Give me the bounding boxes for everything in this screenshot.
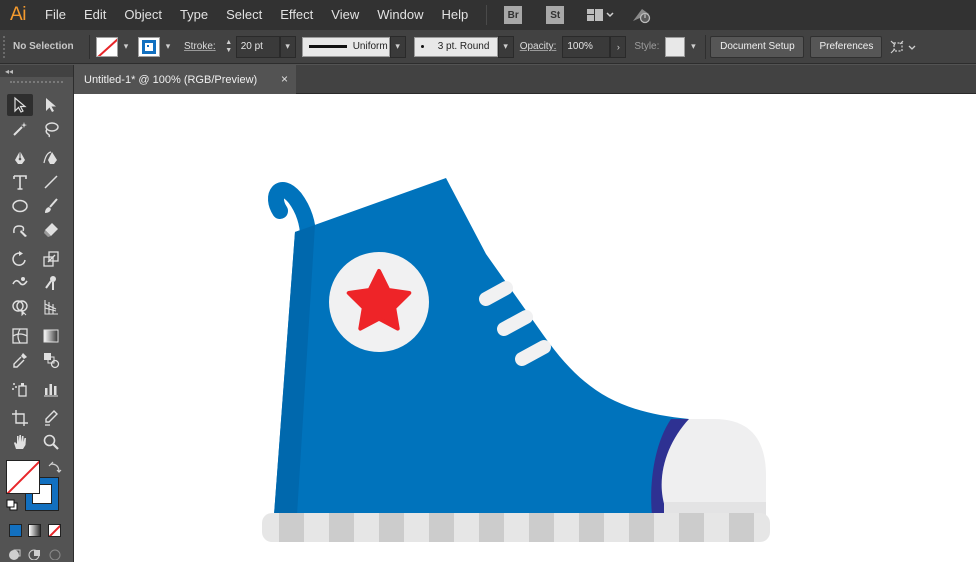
lace-1[interactable] — [479, 281, 513, 306]
direct-selection-tool-icon[interactable] — [38, 94, 64, 116]
perspective-grid-tool-icon[interactable] — [38, 296, 64, 318]
warp-tool-icon[interactable] — [7, 272, 33, 294]
sneaker-artwork[interactable] — [74, 94, 976, 562]
brush-definition[interactable]: 3 pt. Round — [413, 36, 498, 57]
ellipse-tool-icon[interactable] — [7, 195, 33, 217]
mesh-tool-icon[interactable] — [7, 325, 33, 347]
menu-bar: Ai File Edit Object Type Select Effect V… — [0, 0, 976, 30]
stroke-weight-stepper[interactable]: ▲ ▼ — [222, 36, 236, 58]
style-label: Style: — [634, 41, 660, 52]
menu-object[interactable]: Object — [115, 0, 171, 30]
document-tab-bar: Untitled-1* @ 100% (RGB/Preview) × — [74, 65, 976, 94]
artboard-tool-icon[interactable] — [7, 407, 33, 429]
opacity-flyout[interactable]: › — [610, 35, 627, 58]
scale-tool-icon[interactable] — [38, 248, 64, 270]
menu-view[interactable]: View — [322, 0, 368, 30]
graphic-style-swatch[interactable] — [665, 36, 686, 57]
menu-help[interactable]: Help — [432, 0, 477, 30]
illustrator-logo: Ai — [10, 4, 26, 25]
menu-edit[interactable]: Edit — [75, 0, 115, 30]
arrange-documents-icon[interactable] — [890, 38, 918, 56]
menu-window[interactable]: Window — [368, 0, 432, 30]
draw-normal-icon[interactable] — [8, 548, 22, 560]
fill-swatch[interactable] — [96, 36, 118, 57]
control-bar-grip[interactable] — [3, 35, 9, 58]
gradient-mode-button[interactable] — [28, 524, 41, 537]
selection-status: No Selection — [13, 41, 74, 52]
none-mode-button[interactable] — [48, 524, 61, 537]
toolbox-collapse[interactable]: ◂◂ — [0, 65, 73, 77]
none-slash-icon — [97, 37, 117, 56]
menu-file[interactable]: File — [36, 0, 75, 30]
none-slash-icon — [49, 525, 60, 536]
color-mode-button[interactable] — [9, 524, 22, 537]
workspace-layout-icon[interactable] — [586, 7, 614, 23]
fill-dropdown[interactable]: ▾ — [118, 36, 134, 58]
hand-tool-icon[interactable] — [7, 431, 33, 453]
toolbox-panel: ◂◂ — [0, 65, 74, 562]
lasso-tool-icon[interactable] — [38, 118, 64, 140]
symbol-sprayer-tool-icon[interactable] — [7, 378, 33, 400]
gpu-performance-icon[interactable] — [630, 5, 654, 25]
paintbrush-tool-icon[interactable] — [38, 195, 64, 217]
stroke-label[interactable]: Stroke: — [184, 41, 216, 52]
type-tool-icon[interactable] — [7, 171, 33, 193]
menu-effect[interactable]: Effect — [271, 0, 322, 30]
artboard-canvas[interactable] — [74, 94, 976, 562]
line-segment-tool-icon[interactable] — [38, 171, 64, 193]
toolbox-grip[interactable] — [10, 81, 63, 89]
document-setup-button[interactable]: Document Setup — [710, 35, 805, 58]
draw-behind-icon[interactable] — [28, 548, 42, 561]
selection-tool-icon[interactable] — [7, 94, 33, 116]
brush-dropdown[interactable]: ▾ — [497, 35, 514, 58]
gradient-tool-icon[interactable] — [38, 325, 64, 347]
eraser-tool-icon[interactable] — [38, 219, 64, 241]
document-tab-title: Untitled-1* @ 100% (RGB/Preview) — [84, 73, 258, 86]
rotate-tool-icon[interactable] — [7, 248, 33, 270]
menu-type[interactable]: Type — [171, 0, 217, 30]
bridge-button[interactable]: Br — [504, 6, 523, 24]
shoe-upper[interactable] — [274, 178, 689, 515]
stroke-swatch[interactable] — [138, 36, 160, 57]
menu-select[interactable]: Select — [217, 0, 271, 30]
close-tab-icon[interactable]: × — [281, 72, 288, 86]
profile-value: Uniform — [352, 41, 388, 52]
brush-value: 3 pt. Round — [437, 41, 490, 52]
control-bar: No Selection ▾ ▾ Stroke: ▲ ▼ 20 pt ▾ Unif… — [0, 30, 976, 64]
swap-fill-stroke-icon[interactable] — [48, 461, 62, 475]
slice-tool-icon[interactable] — [38, 407, 64, 429]
preferences-button[interactable]: Preferences — [810, 35, 883, 58]
document-tab[interactable]: Untitled-1* @ 100% (RGB/Preview) × — [74, 65, 296, 94]
magic-wand-tool-icon[interactable] — [7, 118, 33, 140]
shaper-tool-icon[interactable] — [7, 219, 33, 241]
opacity-label[interactable]: Opacity: — [520, 41, 557, 52]
stroke-weight-dropdown[interactable]: ▾ — [279, 35, 296, 58]
profile-dropdown[interactable]: ▾ — [389, 35, 406, 58]
blend-tool-icon[interactable] — [38, 349, 64, 371]
none-slash-icon — [7, 461, 39, 493]
menu-divider — [486, 5, 488, 25]
opacity-field[interactable]: 100% — [562, 35, 611, 58]
puppet-warp-tool-icon[interactable] — [38, 272, 64, 294]
shape-builder-tool-icon[interactable] — [7, 296, 33, 318]
zoom-tool-icon[interactable] — [38, 431, 64, 453]
style-dropdown[interactable]: ▾ — [685, 36, 701, 58]
eyedropper-tool-icon[interactable] — [7, 349, 33, 371]
fill-proxy[interactable] — [6, 460, 40, 494]
column-graph-tool-icon[interactable] — [38, 378, 64, 400]
curvature-tool-icon[interactable] — [38, 147, 64, 169]
stroke-weight-field[interactable]: 20 pt — [235, 35, 280, 58]
stock-button[interactable]: St — [546, 6, 565, 24]
default-fill-stroke-icon[interactable] — [6, 499, 18, 511]
pen-tool-icon[interactable] — [7, 147, 33, 169]
stroke-dropdown[interactable]: ▾ — [160, 36, 176, 58]
variable-width-profile[interactable]: Uniform — [301, 36, 390, 57]
draw-inside-icon[interactable] — [48, 548, 62, 561]
